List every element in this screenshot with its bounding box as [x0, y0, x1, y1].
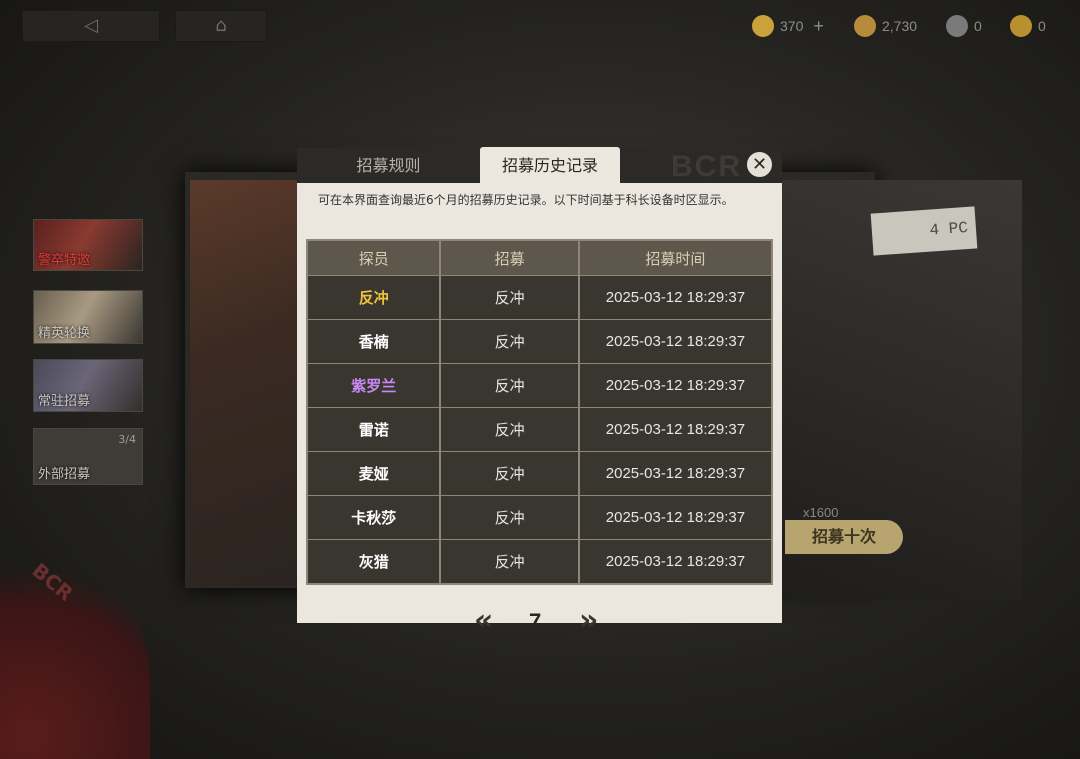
- next-page-button[interactable]: »: [579, 606, 598, 636]
- banner-label: 警卒特邀: [38, 253, 91, 268]
- column-header-agent: 探员: [308, 241, 442, 275]
- currency-value: 0: [974, 18, 982, 34]
- banner-tab-featured[interactable]: 警卒特邀: [33, 219, 143, 271]
- close-button[interactable]: ✕: [745, 150, 774, 179]
- agent-name: 雷诺: [308, 408, 442, 451]
- recruit-time: 2025-03-12 18:29:37: [605, 377, 746, 394]
- banner-art-left: [190, 180, 310, 585]
- currency-0: 370 +: [752, 12, 824, 40]
- ticket-icon: [946, 15, 968, 37]
- recruit-time: 2025-03-12 18:29:37: [605, 509, 746, 526]
- home-button[interactable]: ⌂: [175, 10, 267, 42]
- column-header-time: 招募时间: [645, 249, 706, 268]
- banner-name: 反冲: [441, 408, 580, 451]
- ten-pull-button[interactable]: 招募十次: [785, 520, 903, 554]
- tape-label: 4 PC: [870, 206, 978, 256]
- table-header: 探员 招募 招募时间: [308, 241, 771, 275]
- add-currency-icon[interactable]: +: [813, 16, 824, 37]
- home-icon: ⌂: [215, 15, 227, 36]
- back-arrow-icon: ◁: [84, 15, 98, 36]
- table-row: 卡秋莎 反冲 2025-03-12 18:29:37: [308, 495, 771, 539]
- currency-1: 2,730: [854, 12, 917, 40]
- ten-pull-cost: x1600: [803, 505, 839, 520]
- history-table: 探员 招募 招募时间 反冲 反冲 2025-03-12 18:29:37 香楠 反冲 20…: [306, 239, 773, 585]
- page-number: 7: [529, 609, 542, 634]
- table-row: 麦娅 反冲 2025-03-12 18:29:37: [308, 451, 771, 495]
- banner-tab-standard[interactable]: 常驻招募: [33, 359, 143, 412]
- table-row: 香楠 反冲 2025-03-12 18:29:37: [308, 319, 771, 363]
- back-button[interactable]: ◁: [22, 10, 160, 42]
- column-header-banner: 招募: [441, 241, 580, 275]
- agent-name: 紫罗兰: [308, 364, 442, 407]
- banner-name: 反冲: [441, 540, 580, 583]
- recruit-time: 2025-03-12 18:29:37: [605, 465, 746, 482]
- banner-name: 反冲: [441, 276, 580, 319]
- gem-icon: [752, 15, 774, 37]
- banner-label: 常驻招募: [38, 394, 91, 409]
- currency-value: 0: [1038, 18, 1046, 34]
- banner-label: 精英轮换: [38, 326, 91, 341]
- table-row: 反冲 反冲 2025-03-12 18:29:37: [308, 275, 771, 319]
- bcr-disk-decoration: BCR: [0, 530, 150, 759]
- currency-value: 370: [780, 18, 804, 34]
- tab-recruit-rules[interactable]: 招募规则: [297, 148, 480, 183]
- banner-tab-elite-rotation[interactable]: 精英轮换: [33, 290, 143, 344]
- banner-name: 反冲: [441, 496, 580, 539]
- recruit-time: 2025-03-12 18:29:37: [605, 333, 746, 350]
- banner-label: 外部招募: [38, 467, 91, 482]
- agent-name: 麦娅: [308, 452, 442, 495]
- special-ticket-icon: [1010, 15, 1032, 37]
- history-description: 可在本界面查询最近6个月的招募历史记录。以下时间基于科长设备时区显示。: [318, 193, 734, 207]
- recruit-time: 2025-03-12 18:29:37: [605, 553, 746, 570]
- currency-2: 0: [946, 12, 982, 40]
- agent-name: 灰猎: [308, 540, 442, 583]
- pagination: « 7 »: [297, 606, 782, 637]
- recruit-time: 2025-03-12 18:29:37: [605, 421, 746, 438]
- recruit-time: 2025-03-12 18:29:37: [605, 289, 746, 306]
- table-row: 雷诺 反冲 2025-03-12 18:29:37: [308, 407, 771, 451]
- banner-tab-external[interactable]: 3/4 外部招募: [33, 428, 143, 485]
- dialog-tab-bar: 招募规则 招募历史记录: [297, 147, 782, 184]
- banner-name: 反冲: [441, 364, 580, 407]
- dialog-body: 可在本界面查询最近6个月的招募历史记录。以下时间基于科长设备时区显示。 探员 招…: [297, 183, 782, 636]
- agent-name: 卡秋莎: [308, 496, 442, 539]
- table-row: 灰猎 反冲 2025-03-12 18:29:37: [308, 539, 771, 583]
- tab-recruit-history[interactable]: 招募历史记录: [480, 147, 620, 184]
- banner-count: 3/4: [118, 433, 136, 446]
- disk-label: BCR: [27, 558, 78, 606]
- recruit-history-dialog: 招募规则 招募历史记录 ✕ 可在本界面查询最近6个月的招募历史记录。以下时间基于…: [297, 147, 782, 636]
- prev-page-button[interactable]: «: [474, 606, 493, 636]
- agent-name: 香楠: [308, 320, 442, 363]
- banner-name: 反冲: [441, 320, 580, 363]
- currency-value: 2,730: [882, 18, 918, 34]
- agent-name: 反冲: [308, 276, 442, 319]
- currency-3: 0: [1010, 12, 1046, 40]
- banner-name: 反冲: [441, 452, 580, 495]
- gold-coin-icon: [854, 15, 876, 37]
- table-row: 紫罗兰 反冲 2025-03-12 18:29:37: [308, 363, 771, 407]
